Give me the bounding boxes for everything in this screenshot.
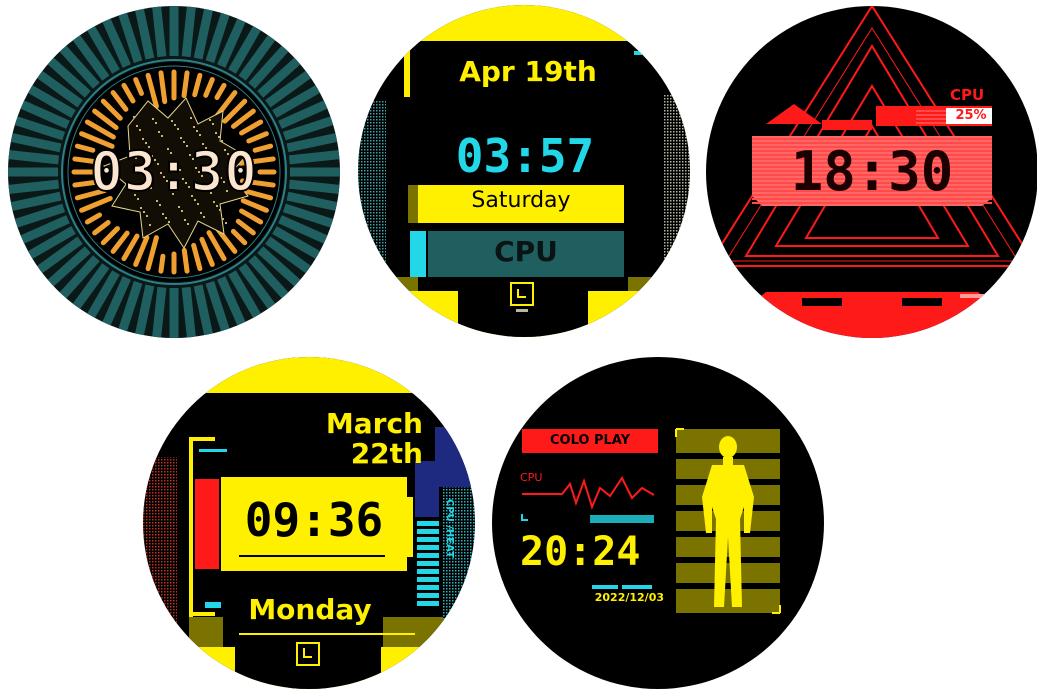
watch-face-2[interactable]: Apr 19th 03:57 Saturday CPU bbox=[358, 5, 690, 337]
face5-cpu-label: CPU bbox=[520, 471, 543, 484]
face4-date-line2: 22th bbox=[350, 437, 423, 470]
face2-date: Apr 19th bbox=[459, 55, 597, 88]
face5-date: 2022/12/03 bbox=[594, 591, 664, 604]
face4-cpu-heat-label: CPU /HEAT bbox=[444, 499, 455, 558]
face4-day: Monday bbox=[248, 593, 372, 626]
face5-time: 20:24 bbox=[520, 529, 641, 575]
face3-cpu-value: 25% bbox=[955, 108, 987, 123]
clock-icon bbox=[297, 643, 319, 665]
watch-face-1[interactable]: 03:30 bbox=[8, 6, 340, 338]
watch-face-3[interactable]: CPU 25% 18:30 bbox=[706, 6, 1037, 338]
face2-cpu-label: CPU bbox=[494, 235, 558, 268]
face3-cpu-label: CPU bbox=[950, 86, 985, 104]
face1-time: 03:30 bbox=[89, 139, 258, 204]
watch-face-4[interactable]: March 22th CPU /HEAT 09:36 Monday bbox=[143, 357, 475, 689]
watch-face-5-artwork bbox=[492, 357, 824, 689]
face4-date-line1: March bbox=[325, 407, 423, 440]
face2-time: 03:57 bbox=[455, 129, 595, 183]
face5-brand: COLO PLAY bbox=[549, 433, 631, 448]
clock-icon bbox=[511, 283, 533, 305]
watch-face-5[interactable]: COLO PLAY CPU 20:24 2022/12/03 bbox=[492, 357, 824, 689]
face3-time: 18:30 bbox=[790, 140, 954, 203]
face4-time: 09:36 bbox=[244, 493, 384, 547]
face2-day: Saturday bbox=[471, 188, 571, 213]
